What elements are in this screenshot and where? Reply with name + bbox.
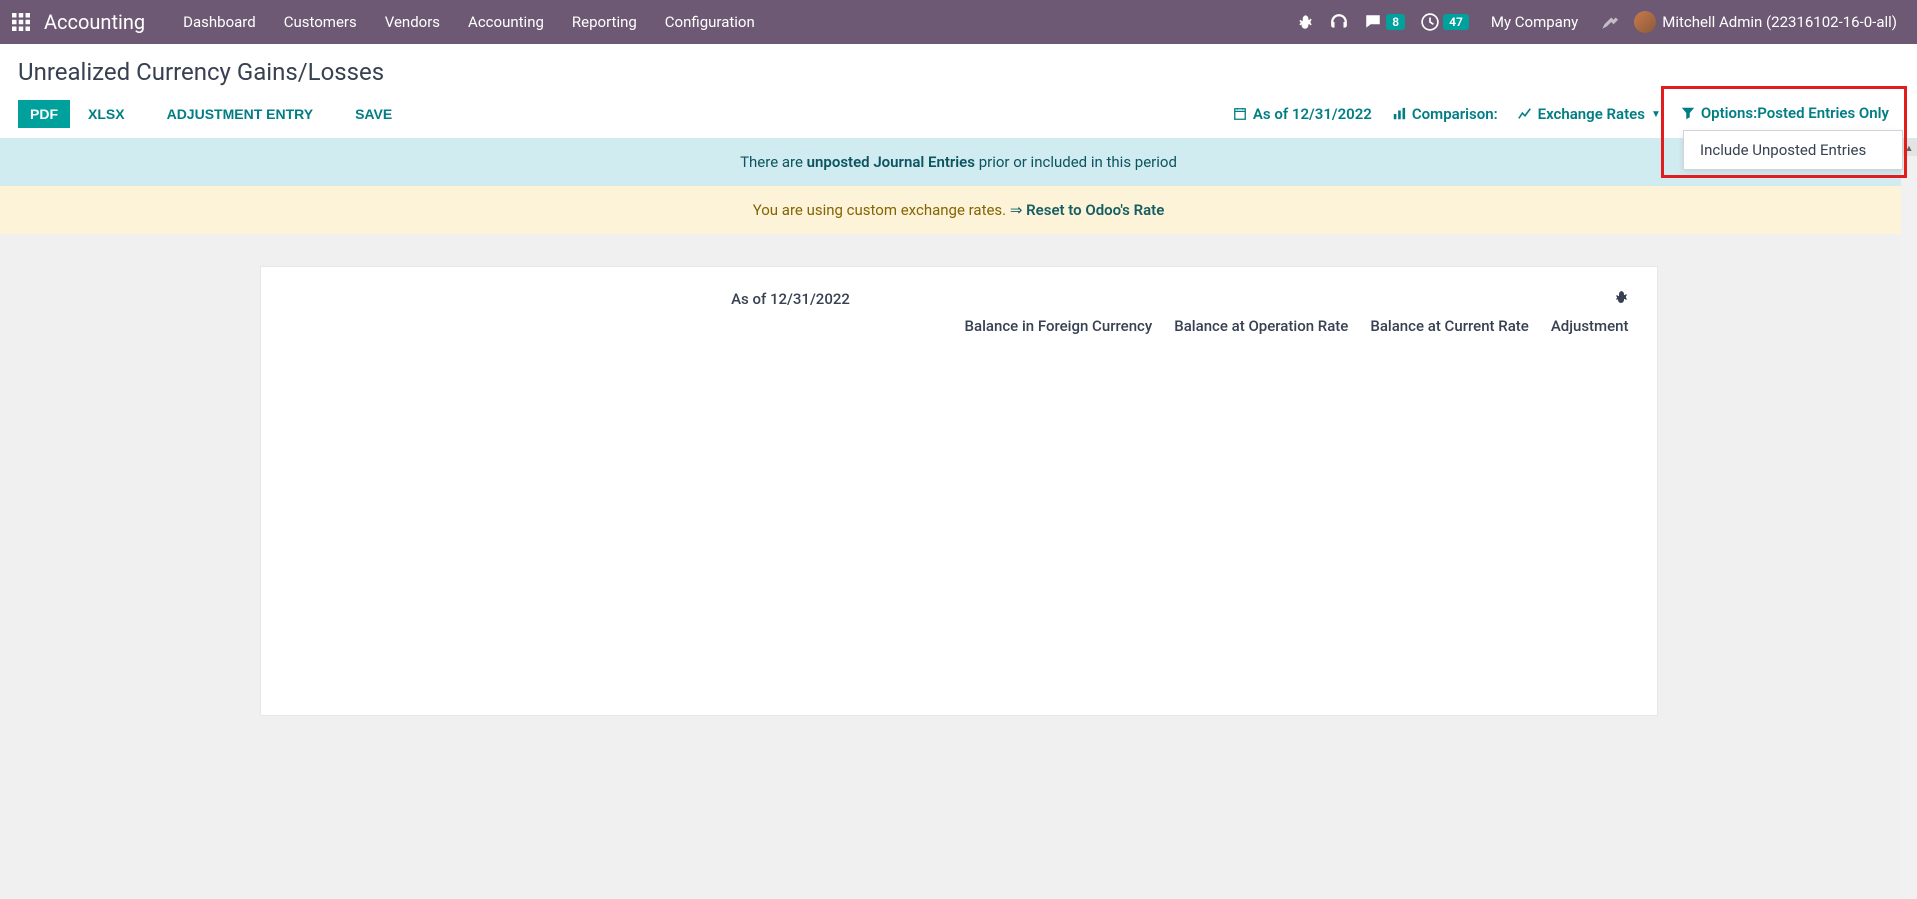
scroll-up-icon[interactable]: ▲ [1901, 140, 1917, 156]
tools-icon[interactable] [1592, 13, 1626, 31]
navbar: Accounting Dashboard Customers Vendors A… [0, 0, 1917, 44]
custom-rates-alert: You are using custom exchange rates. ⇒ R… [0, 186, 1917, 234]
content: As of 12/31/2022 Balance in Foreign Curr… [0, 234, 1917, 748]
apps-icon[interactable] [12, 13, 30, 31]
save-button[interactable]: SAVE [343, 100, 404, 128]
nav-reporting[interactable]: Reporting [558, 13, 651, 31]
report-debug-icon[interactable] [1613, 289, 1629, 309]
pdf-button[interactable]: PDF [18, 100, 70, 128]
avatar [1634, 11, 1656, 33]
user-name: Mitchell Admin (22316102-16-0-all) [1662, 13, 1897, 31]
toolbar: PDF XLSX ADJUSTMENT ENTRY SAVE As of 12/… [18, 100, 1899, 138]
messages-icon[interactable]: 8 [1356, 13, 1413, 31]
nav-vendors[interactable]: Vendors [371, 13, 454, 31]
bar-chart-icon [1392, 107, 1406, 121]
options-dropdown: Include Unposted Entries [1683, 130, 1903, 170]
col-current: Balance at Current Rate [1370, 317, 1528, 335]
nav-configuration[interactable]: Configuration [651, 13, 769, 31]
company-switcher[interactable]: My Company [1477, 13, 1592, 31]
messages-badge: 8 [1386, 14, 1405, 30]
exchange-rates-filter[interactable]: Exchange Rates ▼ [1508, 105, 1671, 123]
report-panel: As of 12/31/2022 Balance in Foreign Curr… [260, 266, 1658, 716]
date-filter[interactable]: As of 12/31/2022 [1223, 105, 1382, 123]
app-name[interactable]: Accounting [44, 10, 145, 34]
page-title: Unrealized Currency Gains/Losses [18, 58, 1899, 86]
user-menu[interactable]: Mitchell Admin (22316102-16-0-all) [1626, 11, 1905, 33]
nav-dashboard[interactable]: Dashboard [169, 13, 270, 31]
line-chart-icon [1518, 107, 1532, 121]
xlsx-button[interactable]: XLSX [76, 100, 137, 128]
include-unposted-option[interactable]: Include Unposted Entries [1684, 131, 1902, 169]
calendar-icon [1233, 107, 1247, 121]
debug-icon[interactable] [1288, 13, 1322, 31]
activities-icon[interactable]: 47 [1413, 13, 1477, 31]
filter-icon [1681, 106, 1695, 120]
page-header: Unrealized Currency Gains/Losses PDF XLS… [0, 44, 1917, 138]
col-adjustment: Adjustment [1551, 317, 1629, 335]
comparison-filter[interactable]: Comparison: [1382, 105, 1508, 123]
col-operation: Balance at Operation Rate [1174, 317, 1348, 335]
unposted-alert: There are unposted Journal Entries prior… [0, 138, 1917, 186]
col-foreign: Balance in Foreign Currency [965, 317, 1153, 335]
caret-down-icon: ▼ [1651, 109, 1661, 120]
reset-rate-link[interactable]: Reset to Odoo's Rate [1026, 201, 1164, 219]
adjustment-entry-button[interactable]: ADJUSTMENT ENTRY [155, 100, 326, 128]
report-asof: As of 12/31/2022 [731, 290, 850, 308]
support-icon[interactable] [1322, 13, 1356, 31]
activities-badge: 47 [1443, 14, 1469, 30]
report-columns: Balance in Foreign Currency Balance at O… [289, 317, 1629, 335]
unposted-entries-link[interactable]: unposted Journal Entries [807, 153, 975, 171]
scrollbar[interactable]: ▲ [1901, 140, 1917, 899]
nav-accounting[interactable]: Accounting [454, 13, 558, 31]
nav-customers[interactable]: Customers [270, 13, 371, 31]
options-filter[interactable]: Options:Posted Entries Only [1671, 104, 1899, 122]
